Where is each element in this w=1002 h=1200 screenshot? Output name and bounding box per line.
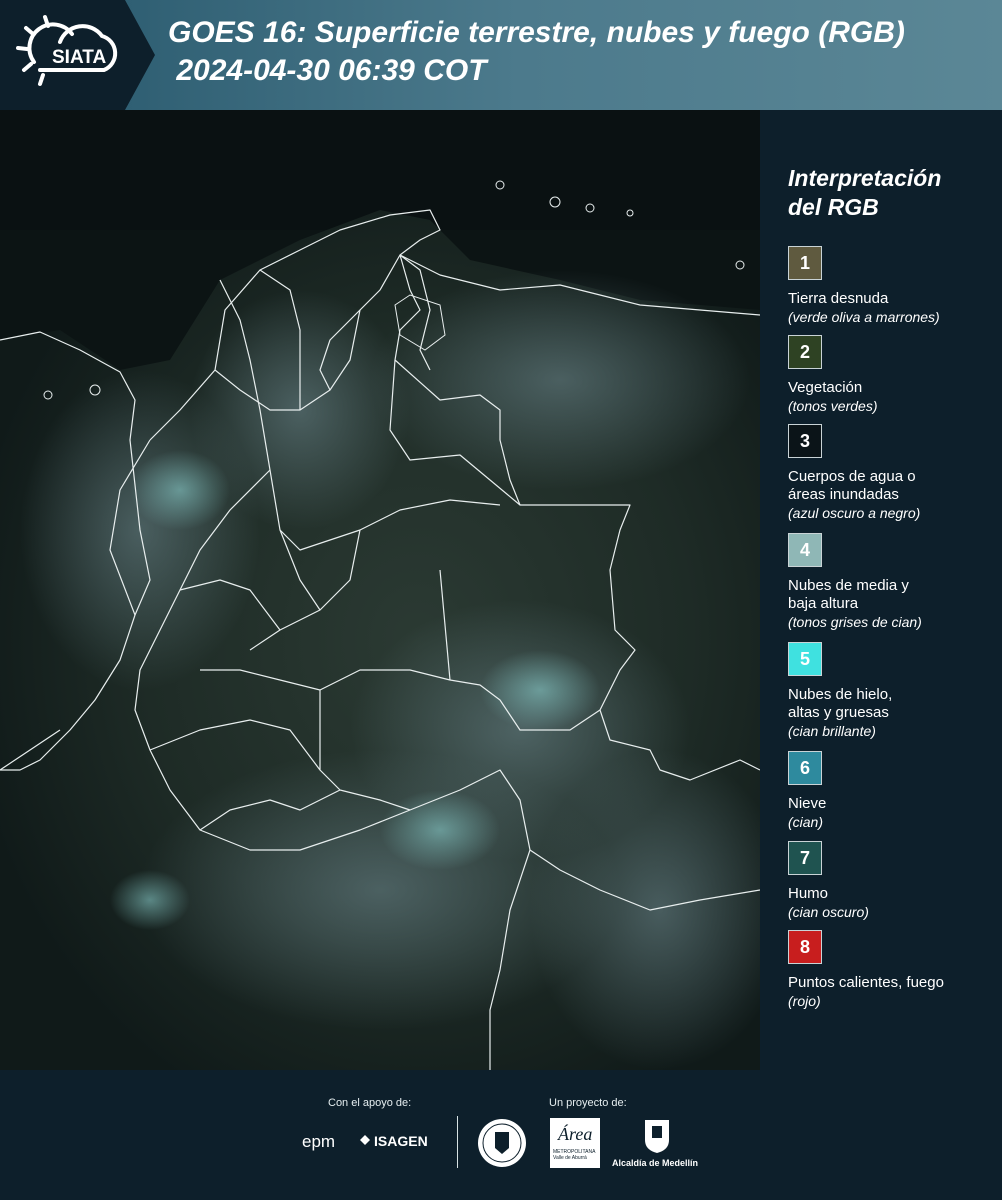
legend-sublabel: (verde oliva a marrones): [788, 309, 940, 325]
legend-swatch: 3: [788, 424, 822, 458]
legend-sublabel: (azul oscuro a negro): [788, 505, 921, 521]
legend-item-5: 5 Nubes de hielo, altas y gruesas (cian …: [788, 642, 988, 740]
legend-item-3: 3 Cuerpos de agua o áreas inundadas (azu…: [788, 424, 988, 522]
legend-swatch: 8: [788, 930, 822, 964]
legend-swatch: 7: [788, 841, 822, 875]
legend-sublabel: (cian brillante): [788, 723, 876, 739]
legend-sublabel: (rojo): [788, 993, 821, 1009]
legend-swatch: 4: [788, 533, 822, 567]
legend-label: Tierra desnuda: [788, 290, 889, 307]
alcaldia-shield-icon: [643, 1118, 671, 1154]
legend-label: Nubes de media y baja altura: [788, 577, 909, 612]
page-title: GOES 16: Superficie terrestre, nubes y f…: [168, 16, 905, 87]
legend-title: Interpretación del RGB: [788, 165, 942, 220]
support-caption: Con el apoyo de:: [328, 1097, 412, 1109]
legend-sublabel: (tonos verdes): [788, 398, 878, 414]
legend-label: Puntos calientes, fuego: [788, 974, 944, 991]
isagen-icon: [358, 1133, 372, 1147]
footer: Con el apoyo de: Un proyecto de: epm ISA…: [0, 1070, 1002, 1200]
legend-sublabel: (tonos grises de cian): [788, 614, 922, 630]
legend-item-4: 4 Nubes de media y baja altura (tonos gr…: [788, 533, 988, 631]
map-image: [0, 110, 760, 1070]
area-logo-text: Área: [558, 1124, 593, 1144]
legend-swatch: 2: [788, 335, 822, 369]
legend-item-6: 6 Nieve (cian): [788, 751, 988, 831]
legend-swatch: 6: [788, 751, 822, 785]
legend-label: Cuerpos de agua o áreas inundadas: [788, 468, 916, 503]
legend-label: Vegetación: [788, 379, 863, 396]
legend-label: Nieve: [788, 795, 827, 812]
legend-swatch: 1: [788, 246, 822, 280]
legend-sublabel: (cian oscuro): [788, 904, 869, 920]
svg-text:SIATA: SIATA: [52, 47, 106, 68]
isagen-logo: ISAGEN: [374, 1133, 428, 1149]
legend-item-8: 8 Puntos calientes, fuego (rojo): [788, 930, 988, 1010]
alcaldia-logo-text: Alcaldía de Medellín: [612, 1158, 699, 1168]
university-seal-icon: [477, 1118, 527, 1168]
area-metropolitana-logo: Área METROPOLITANA Valle de Aburrá: [550, 1118, 600, 1168]
legend-panel: Interpretación del RGB 1 Tierra desnuda …: [760, 110, 1002, 1070]
epm-logo: epm: [302, 1132, 336, 1151]
area-logo-subtext: METROPOLITANA Valle de Aburrá: [553, 1149, 596, 1161]
legend-label: Humo: [788, 885, 829, 902]
legend-swatch: 5: [788, 642, 822, 676]
legend-item-7: 7 Humo (cian oscuro): [788, 841, 988, 921]
siata-logo: SIATA: [16, 15, 118, 86]
header: SIATA GOES 16: Superficie terrestre, nub…: [0, 0, 1002, 110]
legend-label: Nubes de hielo, altas y gruesas: [788, 686, 893, 721]
legend-item-1: 1 Tierra desnuda (verde oliva a marrones…: [788, 246, 988, 326]
legend-sublabel: (cian): [788, 814, 824, 830]
project-caption: Un proyecto de:: [549, 1097, 627, 1109]
legend-item-2: 2 Vegetación (tonos verdes): [788, 335, 988, 415]
footer-divider: [457, 1116, 458, 1168]
satellite-map[interactable]: [0, 110, 760, 1070]
